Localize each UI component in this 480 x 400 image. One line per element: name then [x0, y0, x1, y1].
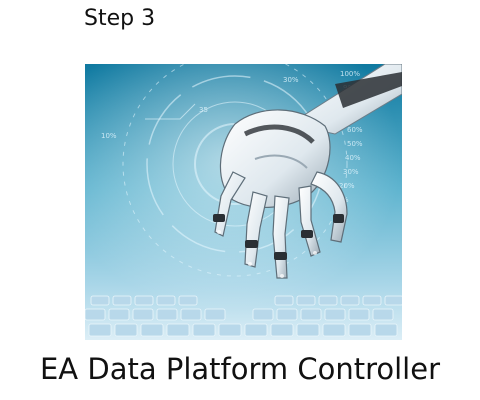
- svg-text:100%: 100%: [340, 70, 360, 78]
- svg-text:20%: 20%: [339, 182, 355, 190]
- svg-text:10%: 10%: [101, 132, 117, 140]
- step-label: Step 3: [84, 6, 156, 31]
- svg-text:35: 35: [199, 106, 208, 114]
- svg-text:50%: 50%: [347, 140, 363, 148]
- svg-text:40%: 40%: [345, 154, 361, 162]
- robot-hand-illustration: 35 10% 30% 100% 90% 80% 70% 60% 50% 40% …: [85, 64, 402, 340]
- caption-title: EA Data Platform Controller: [39, 352, 440, 386]
- svg-text:60%: 60%: [347, 126, 363, 134]
- svg-text:30%: 30%: [283, 76, 299, 84]
- svg-text:30%: 30%: [343, 168, 359, 176]
